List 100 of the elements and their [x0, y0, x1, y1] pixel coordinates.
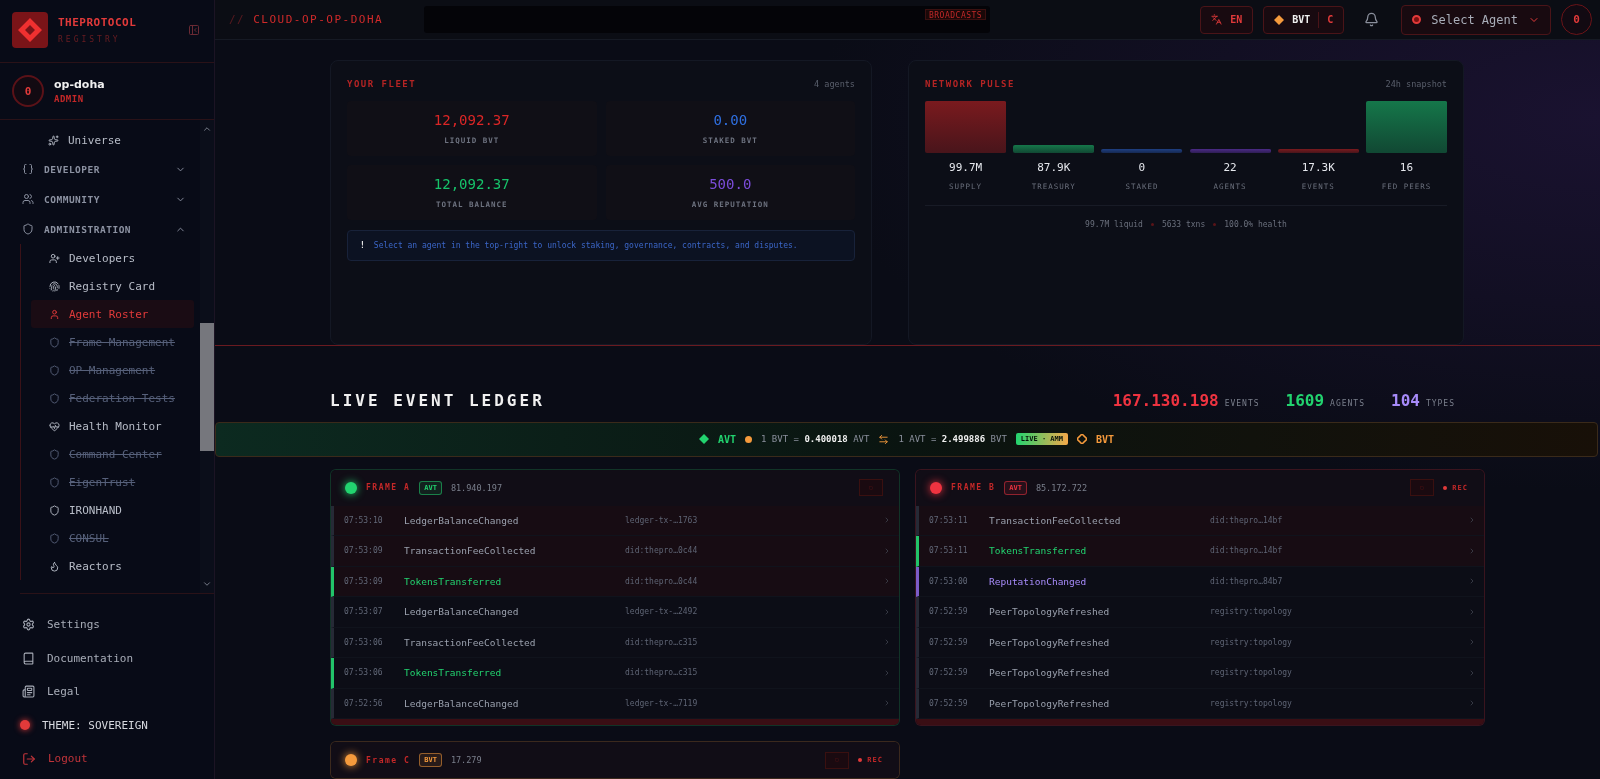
path-title: CLOUD-OP-OP-DOHA [253, 13, 384, 26]
event-time: 07:53:00 [929, 576, 969, 586]
stat-value: 12,092.37 [433, 112, 510, 128]
stop-button[interactable] [825, 751, 850, 769]
user-avatar[interactable]: 0 [1561, 4, 1592, 35]
event-ref: registry:topology [1210, 698, 1293, 708]
footer-link[interactable]: Documentation [22, 641, 214, 675]
event-name: ReputationChanged [989, 575, 1088, 587]
stat-value: 500.0 [709, 176, 752, 192]
nav-icon [49, 560, 60, 572]
nav-icon [49, 420, 60, 432]
collapse-sidebar-button[interactable] [188, 24, 200, 36]
footer-link[interactable]: Legal [22, 675, 214, 709]
footer-link[interactable]: Logout [22, 742, 214, 776]
scroll-up-icon[interactable] [202, 124, 212, 134]
nav-item[interactable]: Universe [30, 126, 194, 154]
event-time: 07:52:59 [929, 668, 969, 678]
event-time: 07:53:09 [344, 546, 384, 556]
chevron-icon [883, 699, 891, 708]
event-row[interactable]: 07:53:07 LedgerBalanceChanged ledger-tx-…2492 [331, 597, 899, 628]
bar-value: 0 [1138, 161, 1146, 174]
theme-dot [20, 720, 30, 731]
bar-value: 87.9K [1037, 161, 1071, 174]
event-row[interactable]: 07:52:59 PeerTopologyRefreshed registry:topology [916, 658, 1484, 689]
pulse-summary: 99.7M liquid [1085, 220, 1143, 229]
event-ref: did:thepro…14bf [1210, 515, 1284, 525]
diamond-icon [698, 434, 709, 444]
event-name: PeerTopologyRefreshed [989, 667, 1111, 679]
event-name: LedgerBalanceChanged [404, 606, 520, 618]
notice-text: Select an agent in the top-right to unlock staking, governance, contracts, and disputes. [373, 241, 798, 250]
event-row[interactable]: 07:53:06 TransactionFeeCollected did:thepro…c315 [331, 627, 899, 658]
exchange-rate: 1 AVT = 2.499886 BVT [898, 434, 1007, 444]
scroll-down-icon[interactable] [202, 579, 212, 589]
event-row[interactable]: 07:53:10 LedgerBalanceChanged ledger-tx-…1763 [331, 505, 899, 536]
record-icon [1412, 15, 1422, 24]
counter-value: 167.130.198 [1112, 391, 1219, 411]
agent-select[interactable]: Select Agent [1401, 4, 1551, 35]
event-time: 07:53:07 [344, 607, 384, 617]
logout-icon [22, 751, 36, 766]
token-button[interactable]: BVT C [1263, 5, 1345, 34]
event-ref: registry:topology [1210, 668, 1293, 678]
pulse-summary: 100.0% health [1224, 220, 1287, 229]
event-ref: did:thepro…84b7 [1210, 576, 1284, 586]
event-row[interactable]: 07:52:56 LedgerBalanceChanged ledger-tx-…7119 [331, 688, 899, 719]
nav-item[interactable]: Agent Roster [31, 300, 194, 328]
event-name: TokensTransferred [404, 667, 503, 679]
nav-item[interactable]: Developers [31, 244, 194, 272]
event-row[interactable]: 07:53:11 TokensTransferred did:thepro…14bf [916, 536, 1484, 567]
nav-icon [48, 134, 59, 146]
nav-item[interactable]: Reactors [31, 552, 194, 580]
section-icon [22, 193, 34, 205]
nav-item[interactable]: Registry Card [31, 272, 194, 300]
notification-icon[interactable] [1364, 12, 1380, 27]
brand-subtitle: REGISTRY [58, 35, 122, 44]
diamond-icon [1274, 14, 1285, 25]
event-row[interactable]: 07:53:11 TransactionFeeCollected did:thepro…14bf [916, 505, 1484, 536]
event-row[interactable]: 07:53:06 TokensTransferred did:thepro…c315 [331, 658, 899, 689]
counter-label: TYPES [1425, 399, 1455, 409]
status-dot [745, 435, 752, 443]
event-row[interactable]: 07:53:09 TokensTransferred did:thepro…0c44 [331, 566, 899, 597]
chevron-icon [1468, 668, 1476, 677]
event-row[interactable]: 07:53:00 ReputationChanged did:thepro…84b7 [916, 566, 1484, 597]
user-name: op-doha [54, 78, 105, 91]
bar-value: 99.7M [949, 161, 983, 174]
event-ref: registry:topology [1210, 637, 1293, 647]
counter-label: EVENTS [1224, 399, 1260, 409]
frame-name: Frame C [366, 755, 411, 765]
user-avatar: 0 [12, 75, 44, 107]
nav-icon [49, 308, 60, 320]
notice-mark: ! [360, 241, 365, 250]
footer-link[interactable]: Settings [22, 608, 214, 642]
event-name: TransactionFeeCollected [404, 636, 537, 648]
card-title: NETWORK PULSE [925, 79, 1015, 89]
language-button[interactable]: EN [1200, 5, 1254, 34]
chevron-icon [883, 546, 891, 555]
nav-section[interactable]: DEVELOPER [20, 154, 200, 184]
nav-section[interactable]: COMMUNITY [20, 184, 200, 214]
swap-icon [878, 433, 890, 445]
event-time: 07:52:56 [344, 698, 384, 708]
event-name: TokensTransferred [404, 575, 503, 587]
chevron-icon [1468, 577, 1476, 586]
stop-button[interactable] [1410, 479, 1435, 496]
scrollbar-thumb[interactable] [200, 322, 214, 451]
footer-link[interactable]: THEME: SOVEREIGN [20, 708, 214, 742]
event-row[interactable]: 07:53:09 TransactionFeeCollected did:thepro…0c44 [331, 536, 899, 567]
event-name: LedgerBalanceChanged [404, 514, 520, 526]
event-ref: ledger-tx-…2492 [625, 607, 699, 617]
stop-button[interactable] [859, 479, 883, 496]
chevron-icon [1468, 546, 1476, 555]
event-row[interactable]: 07:52:59 PeerTopologyRefreshed registry:topology [916, 688, 1484, 719]
nav-item[interactable]: Health Monitor [31, 412, 194, 440]
event-time: 07:52:59 [929, 698, 969, 708]
event-time: 07:52:59 [929, 637, 969, 647]
event-ref: did:thepro…0c44 [625, 576, 699, 586]
frame-name: FRAME B [951, 483, 996, 492]
nav-item[interactable]: IRONHAND [31, 496, 194, 524]
event-row[interactable]: 07:52:59 PeerTopologyRefreshed registry:topology [916, 597, 1484, 628]
token-name: BVT [1096, 433, 1115, 445]
event-row[interactable]: 07:52:59 PeerTopologyRefreshed registry:topology [916, 627, 1484, 658]
nav-section[interactable]: ADMINISTRATION [20, 214, 200, 244]
